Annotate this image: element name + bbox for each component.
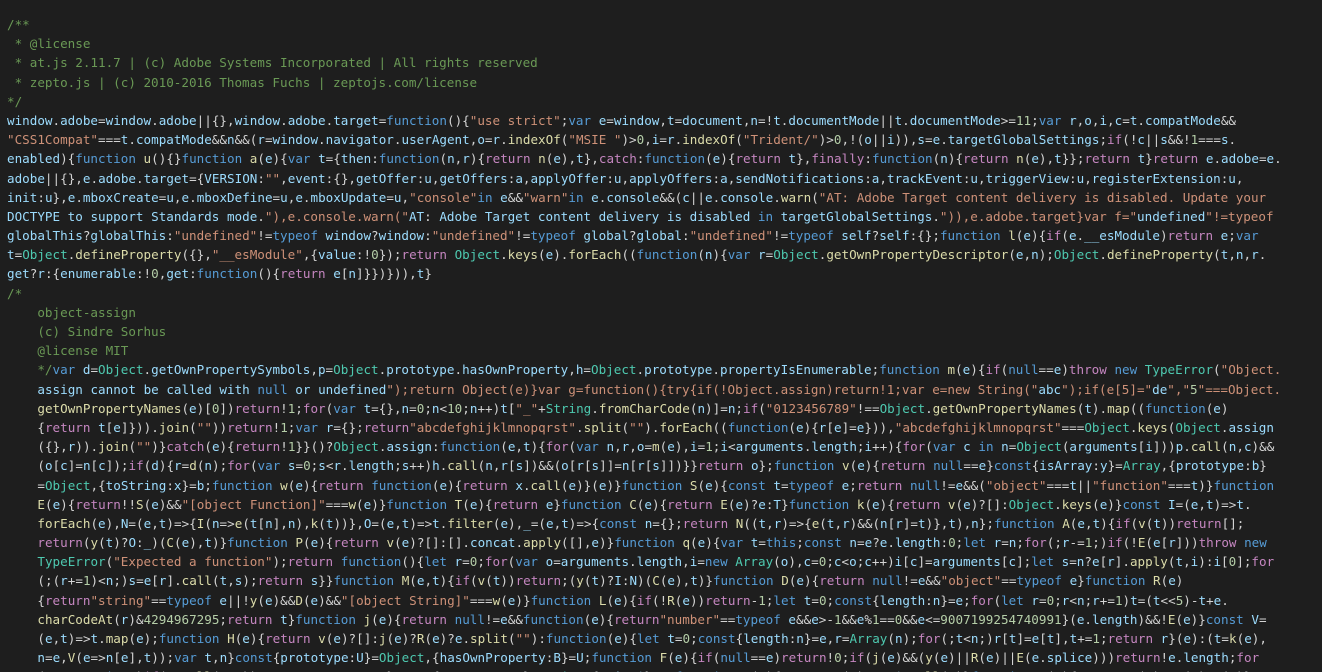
code-line[interactable]: /*: [7, 284, 1322, 303]
code-area[interactable]: /** * @license * at.js 2.11.7 | (c) Adob…: [7, 15, 1322, 672]
code-line[interactable]: @license MIT: [7, 341, 1322, 360]
code-line[interactable]: */: [7, 92, 1322, 111]
code-line[interactable]: charCodeAt(r)&4294967295;return t}functi…: [7, 610, 1322, 629]
code-line[interactable]: getOwnPropertyNames(e)[0])return!1;for(v…: [7, 399, 1322, 418]
code-line[interactable]: DOCTYPE to support Standards mode."),e.c…: [7, 207, 1322, 226]
code-line[interactable]: (c) Sindre Sorhus: [7, 322, 1322, 341]
code-line[interactable]: object-assign: [7, 303, 1322, 322]
code-line[interactable]: assign cannot be called with null or und…: [7, 380, 1322, 399]
code-line[interactable]: init:u},e.mboxCreate=u,e.mboxDefine=u,e.…: [7, 188, 1322, 207]
code-line[interactable]: n=e,V(e=>n[e],t));var t,n}const{prototyp…: [7, 648, 1322, 667]
code-line[interactable]: * @license: [7, 34, 1322, 53]
code-line[interactable]: forEach(e),N=(e,t)=>{I(n=>e(t[n],n),k(t)…: [7, 514, 1322, 533]
code-line[interactable]: t=Object.defineProperty({},"__esModule",…: [7, 245, 1322, 264]
code-line[interactable]: globalThis?globalThis:"undefined"!=typeo…: [7, 226, 1322, 245]
code-line[interactable]: * zepto.js | (c) 2010-2016 Thomas Fuchs …: [7, 73, 1322, 92]
code-line[interactable]: get?r:{enumerable:!0,get:function(){retu…: [7, 264, 1322, 283]
code-line[interactable]: TypeError("Expected a function");return …: [7, 552, 1322, 571]
code-line[interactable]: window.adobe=window.adobe||{},window.ado…: [7, 111, 1322, 130]
code-line[interactable]: enabled){function u(){}function a(e){var…: [7, 149, 1322, 168]
code-line[interactable]: E(e){return!!S(e)&&"[object Function]"==…: [7, 495, 1322, 514]
code-line[interactable]: ({},r)).join("")}catch(e){return!1}}()?O…: [7, 437, 1322, 456]
code-line[interactable]: {return t[e]})).join(""))return!1;var r=…: [7, 418, 1322, 437]
code-line[interactable]: (;(r+=1)<n;)s=e[r].call(t,s);return s}}f…: [7, 571, 1322, 590]
code-line[interactable]: "CSS1Compat"===t.compatMode&&n&&(r=windo…: [7, 130, 1322, 149]
code-line[interactable]: {return"string"==typeof e||!y(e)&&D(e)&&…: [7, 591, 1322, 610]
code-line[interactable]: (const t in e)if(B.call(e,t))return!1;re…: [7, 667, 1322, 672]
code-line[interactable]: * at.js 2.11.7 | (c) Adobe Systems Incor…: [7, 53, 1322, 72]
code-editor[interactable]: /** * @license * at.js 2.11.7 | (c) Adob…: [0, 0, 1322, 672]
code-line[interactable]: adobe||{},e.adobe.target={VERSION:"",eve…: [7, 169, 1322, 188]
code-line[interactable]: =Object,{toString:x}=b;function w(e){ret…: [7, 476, 1322, 495]
code-line[interactable]: (e,t)=>t.map(e);function H(e){return v(e…: [7, 629, 1322, 648]
code-line[interactable]: /**: [7, 15, 1322, 34]
code-line[interactable]: */var d=Object.getOwnPropertySymbols,p=O…: [7, 360, 1322, 379]
code-line[interactable]: return(y(t)?O:_)(C(e),t)}function P(e){r…: [7, 533, 1322, 552]
code-line[interactable]: (o[c]=n[c]);if(d){r=d(n);for(var s=0;s<r…: [7, 456, 1322, 475]
